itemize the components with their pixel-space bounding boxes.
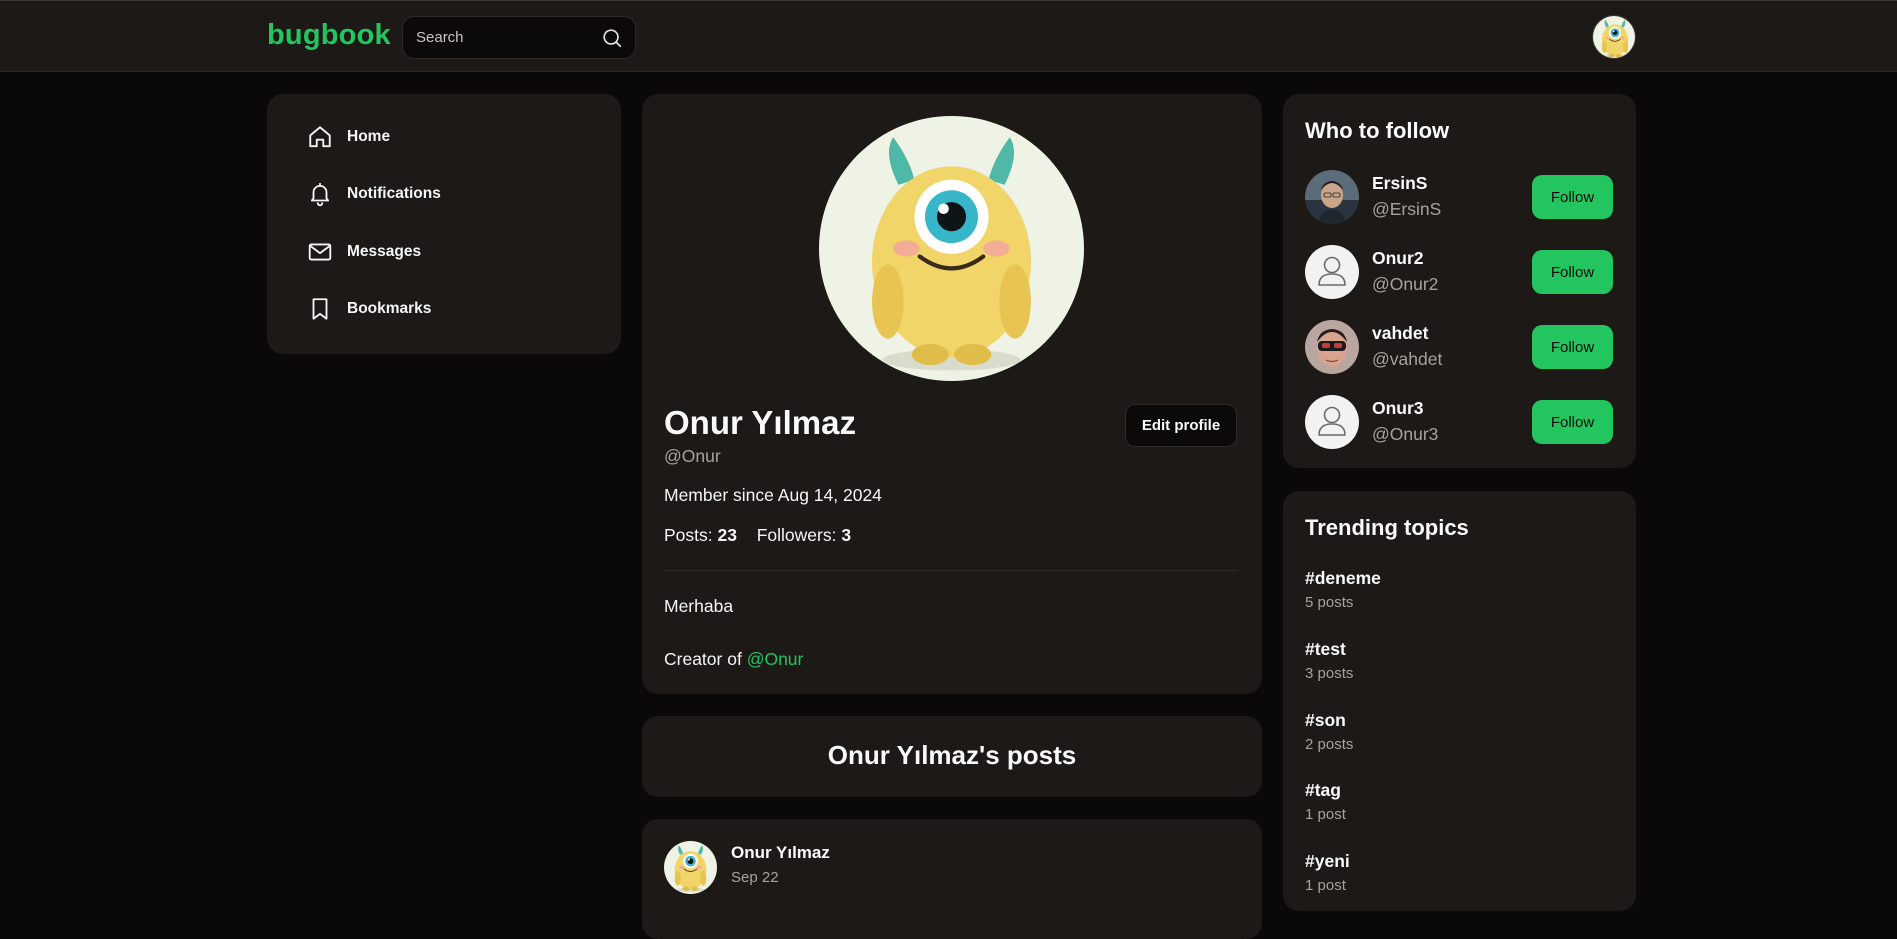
trending-topic[interactable]: #yeni 1 post bbox=[1305, 851, 1350, 894]
monster-avatar-icon bbox=[664, 841, 717, 894]
sidebar-item-messages[interactable]: Messages bbox=[307, 235, 421, 269]
sidebar-item-bookmarks[interactable]: Bookmarks bbox=[307, 292, 431, 326]
follow-button[interactable]: Follow bbox=[1532, 400, 1613, 444]
user-avatar-button[interactable] bbox=[1592, 15, 1636, 59]
topic-tag[interactable]: #test bbox=[1305, 639, 1353, 660]
sidebar-item-label: Bookmarks bbox=[347, 300, 432, 317]
user-handle: @ErsinS bbox=[1372, 199, 1442, 219]
post-author-avatar[interactable] bbox=[664, 841, 717, 894]
mail-icon bbox=[308, 243, 332, 261]
person-photo-icon bbox=[1305, 320, 1359, 374]
trending-topic[interactable]: #son 2 posts bbox=[1305, 710, 1353, 753]
follow-suggestion: vahdet @vahdet Follow bbox=[1305, 320, 1617, 374]
topic-count: 5 posts bbox=[1305, 594, 1354, 611]
user-name[interactable]: ErsinS bbox=[1372, 173, 1427, 194]
app-logo[interactable]: bugbook bbox=[267, 19, 391, 52]
home-icon bbox=[309, 126, 331, 148]
search-box[interactable] bbox=[402, 16, 636, 59]
user-avatar[interactable] bbox=[1305, 395, 1359, 449]
mention-link[interactable]: @Onur bbox=[747, 649, 804, 669]
followers-count: 3 bbox=[841, 525, 852, 545]
follow-button[interactable]: Follow bbox=[1532, 325, 1613, 369]
sidebar-item-home[interactable]: Home bbox=[307, 120, 390, 154]
bell-icon bbox=[310, 182, 330, 207]
sidebar-item-label: Home bbox=[347, 128, 391, 145]
trending-topics-card: Trending topics #deneme 5 posts #test 3 … bbox=[1283, 491, 1636, 911]
user-avatar[interactable] bbox=[1305, 245, 1359, 299]
top-bar: bugbook bbox=[0, 0, 1897, 72]
trending-title: Trending topics bbox=[1305, 515, 1469, 540]
posts-header-card: Onur Yılmaz's posts bbox=[642, 716, 1262, 797]
sidebar-item-notifications[interactable]: Notifications bbox=[307, 177, 441, 211]
search-input[interactable] bbox=[416, 17, 596, 58]
sidebar-item-label: Notifications bbox=[347, 185, 441, 202]
user-name[interactable]: vahdet bbox=[1372, 323, 1428, 344]
edit-profile-button[interactable]: Edit profile bbox=[1125, 404, 1237, 447]
bio-line: Creator of @Onur bbox=[664, 649, 803, 670]
posts-count: 23 bbox=[717, 525, 737, 545]
profile-name: Onur Yılmaz bbox=[664, 404, 856, 441]
posts-label: Posts: bbox=[664, 525, 713, 545]
topic-tag[interactable]: #yeni bbox=[1305, 851, 1350, 872]
profile-card: Onur Yılmaz @Onur Edit profile Member si… bbox=[642, 94, 1262, 694]
member-since: Member since Aug 14, 2024 bbox=[664, 485, 882, 505]
user-handle: @vahdet bbox=[1372, 349, 1443, 369]
profile-handle: @Onur bbox=[664, 446, 721, 466]
who-to-follow-card: Who to follow ErsinS @ErsinS Follow Onur… bbox=[1283, 94, 1636, 468]
topic-count: 2 posts bbox=[1305, 736, 1354, 753]
search-icon[interactable] bbox=[601, 27, 623, 49]
bio-line: Merhaba bbox=[664, 596, 734, 616]
post-author-name[interactable]: Onur Yılmaz bbox=[731, 843, 830, 863]
follow-suggestion: ErsinS @ErsinS Follow bbox=[1305, 170, 1617, 224]
monster-avatar-icon bbox=[819, 116, 1084, 381]
user-name[interactable]: Onur2 bbox=[1372, 248, 1424, 269]
user-avatar[interactable] bbox=[1305, 170, 1359, 224]
user-avatar[interactable] bbox=[1305, 320, 1359, 374]
bio-text: Creator of bbox=[664, 649, 742, 669]
trending-topic[interactable]: #tag 1 post bbox=[1305, 780, 1346, 823]
user-name[interactable]: Onur3 bbox=[1372, 398, 1424, 419]
who-to-follow-title: Who to follow bbox=[1305, 118, 1450, 143]
topic-count: 3 posts bbox=[1305, 665, 1354, 682]
follow-suggestion: Onur2 @Onur2 Follow bbox=[1305, 245, 1617, 299]
sidebar-nav: Home Notifications Messages Bookmarks bbox=[267, 94, 621, 354]
topic-tag[interactable]: #deneme bbox=[1305, 568, 1381, 589]
sidebar-item-label: Messages bbox=[347, 243, 422, 260]
topic-count: 1 post bbox=[1305, 806, 1346, 823]
profile-stats: Posts: 23 Followers: 3 bbox=[664, 525, 851, 546]
follow-suggestion: Onur3 @Onur3 Follow bbox=[1305, 395, 1617, 449]
followers-label: Followers: bbox=[756, 525, 837, 545]
topic-tag[interactable]: #tag bbox=[1305, 780, 1346, 801]
bookmark-icon bbox=[312, 298, 328, 320]
topic-count: 1 post bbox=[1305, 877, 1346, 894]
profile-avatar bbox=[819, 116, 1084, 381]
user-handle: @Onur2 bbox=[1372, 274, 1439, 294]
user-handle: @Onur3 bbox=[1372, 424, 1439, 444]
follow-button[interactable]: Follow bbox=[1532, 250, 1613, 294]
trending-topic[interactable]: #test 3 posts bbox=[1305, 639, 1353, 682]
posts-section-title: Onur Yılmaz's posts bbox=[827, 740, 1077, 770]
follow-button[interactable]: Follow bbox=[1532, 175, 1613, 219]
post-card: Onur Yılmaz Sep 22 bbox=[642, 819, 1262, 939]
default-user-icon bbox=[1305, 245, 1359, 299]
topic-tag[interactable]: #son bbox=[1305, 710, 1353, 731]
divider bbox=[664, 570, 1239, 571]
person-photo-icon bbox=[1305, 170, 1359, 224]
trending-topic[interactable]: #deneme 5 posts bbox=[1305, 568, 1381, 611]
post-date[interactable]: Sep 22 bbox=[731, 869, 779, 886]
default-user-icon bbox=[1305, 395, 1359, 449]
monster-avatar-icon bbox=[1593, 16, 1636, 59]
